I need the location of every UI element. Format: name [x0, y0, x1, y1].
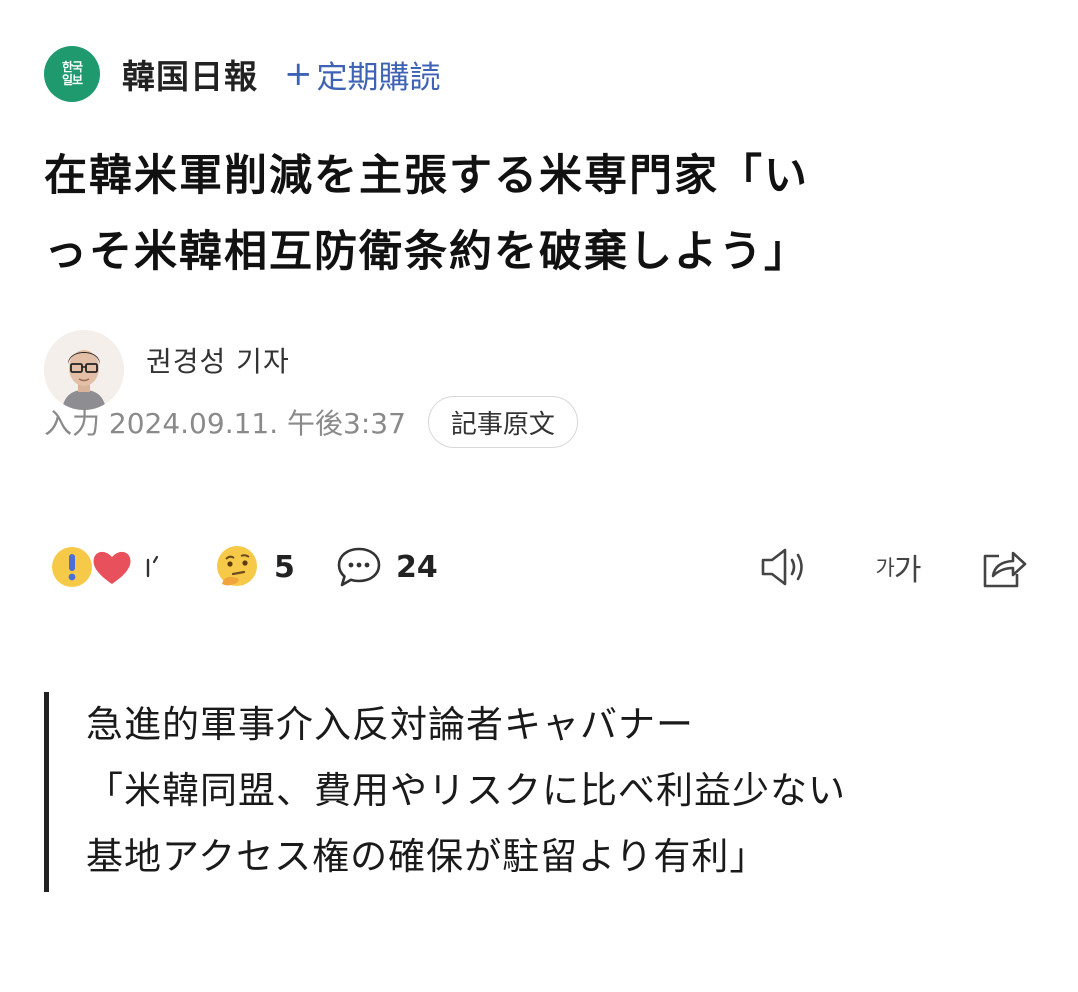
headline-line-2: っそ米韓相互防衛条約を破棄しよう」 — [44, 227, 809, 277]
speaker-icon — [761, 548, 803, 586]
press-logo-text-bottom: 일보 — [61, 73, 83, 87]
summary-line-2: 「米韓同盟、費用やリスクに比べ利益少ない — [86, 769, 846, 812]
subscribe-button[interactable]: + 定期購読 — [284, 52, 441, 97]
summary-line-3: 基地アクセス権の確保が駐留より有利」 — [86, 835, 768, 878]
plus-icon: + — [284, 54, 313, 94]
font-size-small-label: 가 — [875, 556, 895, 580]
original-article-button[interactable]: 記事原文 — [427, 396, 578, 448]
article-headline: 在韓米軍削減を主張する米専門家「い っそ米韓相互防衛条約を破棄しよう」 — [44, 138, 1054, 290]
press-header: 한국 일보 韓国日報 + 定期購読 — [44, 46, 441, 102]
heart-emoji-icon — [93, 551, 131, 584]
speech-bubble-icon — [337, 547, 381, 587]
article-meta: 入力 2024.09.11. 午後3:37 記事原文 — [44, 396, 578, 448]
reporter-name[interactable]: 권경성 기자 — [146, 340, 290, 380]
thinking-reaction-button[interactable]: 5 — [214, 536, 295, 598]
share-icon — [983, 551, 1027, 588]
reactions-button[interactable] — [50, 536, 162, 598]
article-page: 한국 일보 韓国日報 + 定期購読 在韓米軍削減を主張する米専門家「い っそ米韓… — [0, 0, 1078, 992]
article-summary: 急進的軍事介入反対論者キャバナー 「米韓同盟、費用やリスクに比べ利益少ない 基地… — [44, 692, 1044, 892]
press-name[interactable]: 韓国日報 — [122, 50, 258, 98]
subscribe-label: 定期購読 — [316, 59, 441, 96]
reactions-count-mark — [146, 555, 159, 578]
audio-button[interactable] — [754, 536, 816, 598]
published-datetime: 入力 2024.09.11. 午後3:37 — [44, 407, 406, 440]
summary-line-1: 急進的軍事介入反対論者キャバナー — [86, 703, 694, 746]
thinking-count: 5 — [274, 549, 295, 585]
article-action-bar: 5 24 가 가 — [50, 536, 1040, 598]
press-logo-icon[interactable]: 한국 일보 — [44, 46, 100, 102]
font-size-large-label: 가 — [893, 553, 922, 588]
comments-button[interactable]: 24 — [336, 536, 438, 598]
headline-line-1: 在韓米軍削減を主張する米専門家「い — [44, 151, 809, 201]
font-size-button[interactable]: 가 가 — [860, 536, 936, 598]
thinking-emoji-icon — [217, 546, 257, 586]
comments-count: 24 — [396, 549, 438, 585]
share-button[interactable] — [974, 536, 1034, 598]
